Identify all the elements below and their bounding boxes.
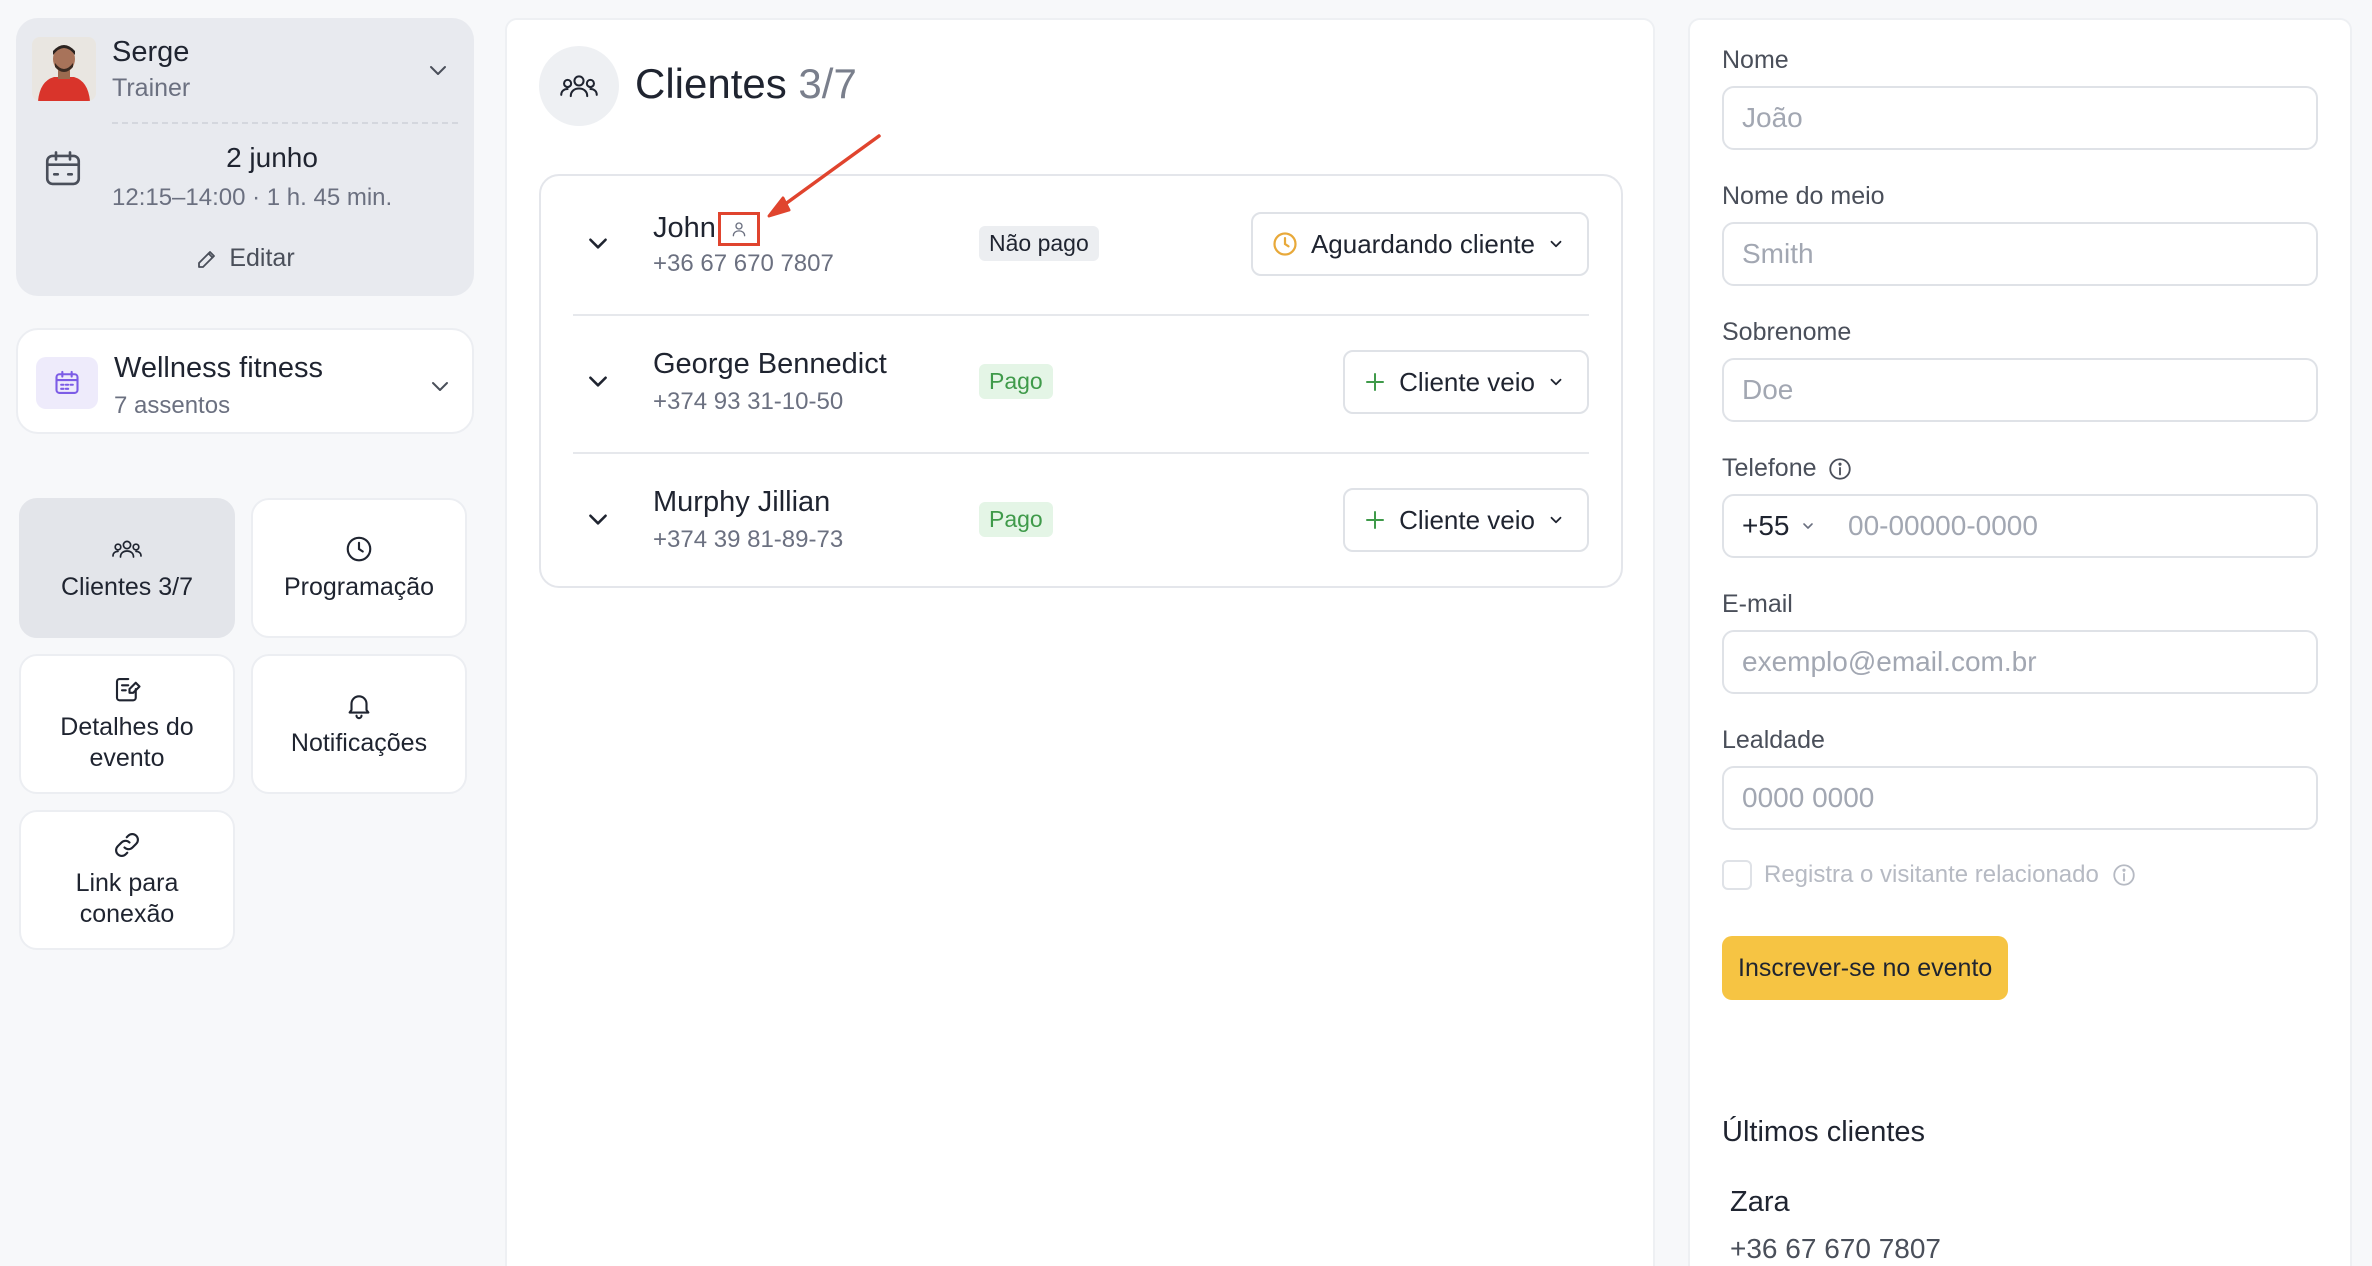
status-label: Aguardando cliente bbox=[1310, 228, 1535, 259]
table-row[interactable]: John +36 67 670 7807 Não pago Aguardando… bbox=[541, 176, 1621, 314]
status-dropdown[interactable]: Aguardando cliente bbox=[1250, 212, 1589, 276]
email-label: E-mail bbox=[1722, 590, 1793, 618]
client-name-text: Murphy Jillian bbox=[653, 486, 831, 518]
chevron-down-icon[interactable] bbox=[585, 506, 611, 532]
client-phone: +374 93 31-10-50 bbox=[653, 388, 844, 415]
tab-label: Detalhes do evento bbox=[60, 713, 194, 772]
service-seats: 7 assentos bbox=[114, 392, 231, 419]
chevron-down-icon[interactable] bbox=[585, 368, 611, 394]
edit-note-icon bbox=[112, 674, 142, 704]
client-name: John bbox=[653, 210, 760, 246]
chevron-down-icon bbox=[1547, 511, 1565, 529]
info-icon[interactable] bbox=[2111, 862, 2137, 888]
client-list: John +36 67 670 7807 Não pago Aguardando… bbox=[539, 174, 1623, 588]
last-name-input[interactable] bbox=[1722, 358, 2318, 422]
clients-panel: Clientes 3/7 John +36 67 670 7807 Não pa… bbox=[505, 18, 1655, 1266]
event-time: 12:15–14:00 · 1 h. 45 min. bbox=[112, 184, 393, 211]
client-form-panel: Nome Nome do meio Sobrenome Telefone +55… bbox=[1688, 18, 2352, 1266]
users-icon bbox=[539, 46, 619, 126]
client-phone: +36 67 670 7807 bbox=[653, 250, 834, 277]
country-code-select[interactable]: +55 bbox=[1724, 510, 1836, 542]
link-icon bbox=[112, 830, 142, 860]
divider bbox=[112, 122, 458, 124]
person-icon[interactable] bbox=[717, 212, 760, 246]
status-dropdown[interactable]: Cliente veio bbox=[1343, 350, 1589, 414]
recent-clients-title: Últimos clientes bbox=[1722, 1116, 1926, 1148]
tab-label: Notificações bbox=[290, 728, 428, 757]
plus-icon bbox=[1363, 370, 1387, 394]
info-icon[interactable] bbox=[1827, 456, 1853, 482]
client-name: Murphy Jillian bbox=[653, 486, 830, 519]
nav-tiles: Clientes 3/7 Programação Detalhes do eve… bbox=[19, 480, 475, 950]
users-icon bbox=[110, 534, 144, 564]
payment-badge: Pago bbox=[979, 502, 1053, 537]
edit-button[interactable]: Editar bbox=[16, 244, 474, 273]
recent-client-phone: +36 67 670 7807 bbox=[1730, 1233, 1941, 1264]
chevron-down-icon[interactable] bbox=[426, 58, 450, 82]
tab-notificacoes[interactable]: Notificações bbox=[251, 654, 467, 794]
page-title-count: 3/7 bbox=[798, 60, 857, 107]
table-row[interactable]: Murphy Jillian +374 39 81-89-73 Pago Cli… bbox=[541, 452, 1621, 590]
pencil-icon bbox=[195, 247, 219, 271]
middle-name-label: Nome do meio bbox=[1722, 182, 1885, 210]
phone-label: Telefone bbox=[1722, 454, 1853, 483]
service-selector[interactable]: Wellness fitness 7 assentos bbox=[16, 328, 474, 434]
country-code-value: +55 bbox=[1742, 510, 1790, 541]
tab-detalhes-evento[interactable]: Detalhes do evento bbox=[19, 654, 235, 794]
table-row[interactable]: George Bennedict +374 93 31-10-50 Pago C… bbox=[541, 314, 1621, 452]
client-name-text: George Bennedict bbox=[653, 348, 887, 380]
sidebar: Serge Trainer 2 junho 12:15–14:00 · 1 h.… bbox=[16, 18, 474, 950]
related-visitor-row: Registra o visitante relacionado bbox=[1722, 860, 2137, 890]
trainer-card[interactable]: Serge Trainer 2 junho 12:15–14:00 · 1 h.… bbox=[16, 18, 474, 296]
related-visitor-checkbox[interactable] bbox=[1722, 860, 1752, 890]
phone-field: +55 bbox=[1722, 494, 2318, 558]
bell-icon bbox=[344, 690, 374, 720]
chevron-down-icon[interactable] bbox=[585, 230, 611, 256]
list-item[interactable]: Zara +36 67 670 7807 bbox=[1730, 1186, 1941, 1265]
tab-link-conexao[interactable]: Link para conexão bbox=[19, 810, 235, 950]
tab-clientes[interactable]: Clientes 3/7 bbox=[19, 498, 235, 638]
client-phone: +374 39 81-89-73 bbox=[653, 526, 844, 553]
avatar bbox=[32, 37, 96, 101]
first-name-input[interactable] bbox=[1722, 86, 2318, 150]
service-name: Wellness fitness bbox=[114, 352, 323, 384]
trainer-role: Trainer bbox=[112, 74, 191, 102]
trainer-name: Serge bbox=[112, 36, 190, 68]
client-name-text: John bbox=[653, 211, 716, 244]
subscribe-button[interactable]: Inscrever-se no evento bbox=[1722, 936, 2009, 1000]
status-dropdown[interactable]: Cliente veio bbox=[1343, 488, 1589, 552]
tab-label: Link para conexão bbox=[75, 869, 179, 928]
tab-programacao[interactable]: Programação bbox=[251, 498, 467, 638]
tab-label: Programação bbox=[283, 572, 435, 601]
event-date: 2 junho bbox=[226, 142, 318, 173]
recent-client-name: Zara bbox=[1730, 1186, 1790, 1218]
page-title-text: Clientes bbox=[635, 60, 787, 107]
plus-icon bbox=[1363, 508, 1387, 532]
clock-icon bbox=[344, 534, 374, 564]
clock-icon bbox=[1271, 230, 1299, 258]
status-label: Cliente veio bbox=[1399, 504, 1535, 535]
client-name: George Bennedict bbox=[653, 348, 887, 381]
email-input[interactable] bbox=[1722, 630, 2318, 694]
payment-badge: Pago bbox=[979, 364, 1053, 399]
page-title: Clientes 3/7 bbox=[635, 60, 857, 108]
calendar-icon bbox=[36, 357, 98, 409]
related-visitor-label: Registra o visitante relacionado bbox=[1764, 861, 2099, 888]
calendar-icon bbox=[42, 148, 84, 190]
loyalty-input[interactable] bbox=[1722, 766, 2318, 830]
chevron-down-icon bbox=[1547, 373, 1565, 391]
phone-input[interactable] bbox=[1836, 510, 2316, 542]
edit-label: Editar bbox=[229, 244, 295, 272]
last-name-label: Sobrenome bbox=[1722, 318, 1852, 346]
status-label: Cliente veio bbox=[1399, 366, 1535, 397]
chevron-down-icon bbox=[1800, 518, 1816, 534]
first-name-label: Nome bbox=[1722, 46, 1789, 74]
tab-label: Clientes 3/7 bbox=[60, 572, 194, 601]
payment-badge: Não pago bbox=[979, 226, 1099, 261]
loyalty-label: Lealdade bbox=[1722, 726, 1825, 754]
middle-name-input[interactable] bbox=[1722, 222, 2318, 286]
chevron-down-icon bbox=[428, 374, 452, 398]
chevron-down-icon bbox=[1547, 235, 1565, 253]
